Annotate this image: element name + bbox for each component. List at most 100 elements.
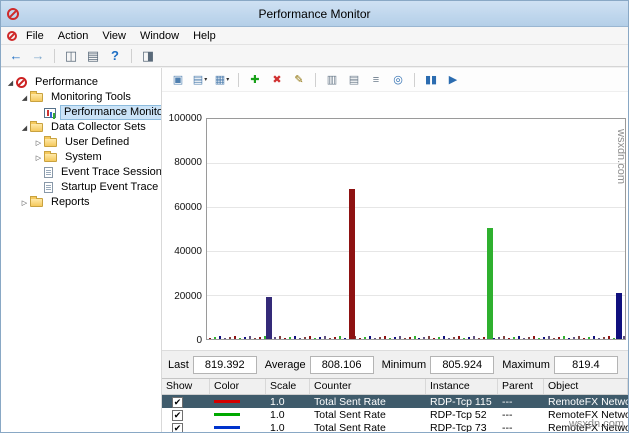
mmc-toolbar: ← → ◫▤? ◨ [1, 45, 628, 67]
view-current-activity-icon: ▣ [173, 73, 183, 86]
console-tree: ◢Performance◢Monitoring ToolsPerformance… [1, 68, 162, 432]
show-checkbox[interactable]: ✔ [172, 410, 183, 421]
baseline-bar [284, 338, 286, 339]
back-arrow-button[interactable]: ← [6, 47, 26, 65]
menu-view[interactable]: View [95, 27, 133, 45]
highlight-button[interactable]: ✎ [289, 71, 309, 89]
paste-counter-list-button[interactable]: ▤ [344, 71, 364, 89]
parent-cell: --- [498, 422, 544, 433]
tree-item-system[interactable]: ▷System [1, 150, 161, 165]
column-header-counter[interactable]: Counter [310, 379, 426, 394]
forward-arrow-icon: → [32, 48, 45, 63]
baseline-bar [553, 338, 555, 339]
baseline-bar [538, 338, 540, 339]
tree-item-performance-monitor[interactable]: Performance Monitor [1, 105, 161, 120]
export-list-button[interactable]: ▤ [83, 47, 103, 65]
column-header-show[interactable]: Show [162, 379, 210, 394]
tree-item-monitoring-tools[interactable]: ◢Monitoring Tools [1, 90, 161, 105]
table-row[interactable]: ✔1.0Total Sent RateRDP-Tcp 52---RemoteFX… [162, 408, 628, 421]
view-log-data-icon: ▤ [193, 73, 203, 86]
legend-body: ✔1.0Total Sent RateRDP-Tcp 115---RemoteF… [162, 395, 628, 432]
show-checkbox[interactable]: ✔ [172, 423, 183, 433]
gridline [207, 295, 625, 296]
show-cell: ✔ [162, 409, 210, 421]
show-console-tree-button[interactable]: ◫ [61, 47, 81, 65]
menu-window[interactable]: Window [133, 27, 186, 45]
table-row[interactable]: ✔1.0Total Sent RateRDP-Tcp 115---RemoteF… [162, 395, 628, 408]
baseline-bar [568, 338, 570, 339]
legend-header: ShowColorScaleCounterInstanceParentObjec… [162, 379, 628, 395]
properties-button[interactable]: ≡ [366, 71, 386, 89]
expander-collapsed-icon[interactable]: ▷ [33, 154, 44, 162]
pm-toolbar-icons: ▣ ▤▾▦▾ ✚✖✎ ▥ ▤ ≡ ◎ ▮▮▶ [168, 71, 463, 89]
counter-cell: Total Sent Rate [310, 422, 426, 433]
menu-action[interactable]: Action [51, 27, 96, 45]
baseline-bar [468, 337, 470, 339]
expander-expanded-icon[interactable]: ◢ [19, 124, 30, 132]
view-log-data-button[interactable]: ▤▾ [190, 71, 210, 89]
add-counter-button[interactable]: ✚ [245, 71, 265, 89]
expander-expanded-icon[interactable]: ◢ [5, 79, 16, 87]
baseline-bar [289, 337, 291, 339]
tree-item-data-collector-sets[interactable]: ◢Data Collector Sets [1, 120, 161, 135]
copy-properties-button[interactable]: ▥ [322, 71, 342, 89]
freeze-display-button[interactable]: ▮▮ [421, 71, 441, 89]
column-header-scale[interactable]: Scale [266, 379, 310, 394]
column-header-instance[interactable]: Instance [426, 379, 498, 394]
chart-bar [487, 228, 493, 339]
expander-collapsed-icon[interactable]: ▷ [19, 199, 30, 207]
folder-icon [30, 93, 43, 102]
update-data-button[interactable]: ▶ [443, 71, 463, 89]
baseline-bar [423, 337, 425, 339]
menu-file[interactable]: File [19, 27, 51, 45]
monitor-chart-icon [44, 108, 56, 118]
help-icon: ? [111, 48, 119, 63]
change-graph-type-button[interactable]: ▦▾ [212, 71, 232, 89]
toolbar-separator [315, 73, 316, 87]
menu-help[interactable]: Help [186, 27, 223, 45]
zoom-icon: ◎ [393, 73, 403, 86]
show-checkbox[interactable]: ✔ [172, 397, 183, 408]
baseline-bar [453, 337, 455, 339]
column-header-parent[interactable]: Parent [498, 379, 544, 394]
column-header-object[interactable]: Object [544, 379, 628, 394]
show-action-pane-button[interactable]: ◨ [138, 47, 158, 65]
window-title: Performance Monitor [1, 7, 628, 21]
zoom-button[interactable]: ◎ [388, 71, 408, 89]
baseline-bar [309, 336, 311, 339]
view-current-activity-button[interactable]: ▣ [168, 71, 188, 89]
baseline-bar [224, 338, 226, 339]
title-bar[interactable]: Performance Monitor [1, 1, 628, 27]
show-cell: ✔ [162, 422, 210, 433]
counter-cell: Total Sent Rate [310, 396, 426, 408]
tree-item-performance[interactable]: ◢Performance [1, 75, 161, 90]
tree-item-event-trace-sessions[interactable]: Event Trace Sessions [1, 165, 161, 180]
tree-item-startup-event-trace-ses[interactable]: Startup Event Trace Ses [1, 180, 161, 195]
chart-plot[interactable] [206, 118, 626, 340]
expander-collapsed-icon[interactable]: ▷ [33, 139, 44, 147]
performance-monitor-window: Performance Monitor FileActionViewWindow… [0, 0, 629, 433]
baseline-bar [234, 336, 236, 339]
expander-expanded-icon[interactable]: ◢ [19, 94, 30, 102]
tree-item-label: Performance Monitor [60, 105, 162, 120]
color-swatch [214, 426, 240, 429]
table-row[interactable]: ✔1.0Total Sent RateRDP-Tcp 73---RemoteFX… [162, 421, 628, 432]
y-tick-label: 40000 [174, 246, 202, 257]
forward-arrow-button[interactable]: → [28, 47, 48, 65]
tree-item-user-defined[interactable]: ▷User Defined [1, 135, 161, 150]
baseline-bar [418, 338, 420, 339]
menu-bar: FileActionViewWindowHelp [1, 27, 628, 45]
baseline-bar [513, 337, 515, 339]
column-header-color[interactable]: Color [210, 379, 266, 394]
change-graph-type-icon: ▦ [215, 73, 225, 86]
baseline-bar [319, 337, 321, 339]
help-button[interactable]: ? [105, 47, 125, 65]
baseline-bar [229, 337, 231, 339]
performance-icon [16, 77, 27, 88]
baseline-bar [443, 336, 445, 339]
paste-counter-list-icon: ▤ [349, 73, 359, 86]
tree-item-reports[interactable]: ▷Reports [1, 195, 161, 210]
baseline-bar [583, 338, 585, 339]
delete-counter-button[interactable]: ✖ [267, 71, 287, 89]
stat-value-minimum: 805.924 [430, 356, 494, 374]
